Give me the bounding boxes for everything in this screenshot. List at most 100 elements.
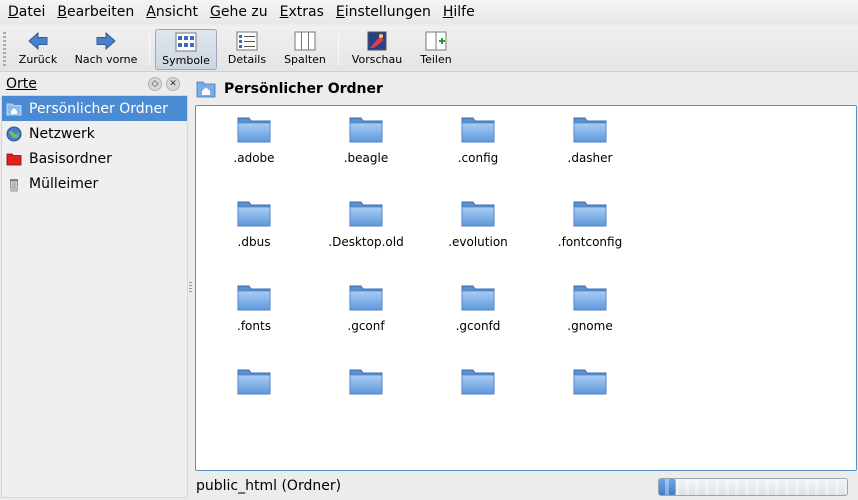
folder-name: .evolution [448,235,508,249]
folder-icon [237,199,271,227]
menu-hilfe[interactable]: Hilfe [437,1,481,23]
place-home[interactable]: Persönlicher Ordner [2,96,187,121]
details-view-icon [236,31,258,51]
folder-item[interactable]: .fonts [199,277,309,347]
preview-label: Vorschau [351,53,403,66]
menu-datei[interactable]: Datei [2,1,51,23]
folder-name: .adobe [233,151,275,165]
folder-icon [349,283,383,311]
folder-icon [573,115,607,143]
toolbar-separator [149,32,150,66]
place-label: Basisordner [29,150,112,167]
folder-item[interactable] [199,361,309,431]
folder-item[interactable]: .dbus [199,193,309,263]
details-view-button[interactable]: Details [224,29,270,70]
home-folder-icon [6,103,22,115]
panel-close-icon[interactable]: ✕ [166,77,180,91]
icons-view-label: Symbole [162,54,210,67]
menu-bar: Datei Bearbeiten Ansicht Gehe zu Extras … [0,0,858,24]
trash-icon [10,178,18,191]
menu-bearbeiten[interactable]: Bearbeiten [51,1,140,23]
folder-icon [237,115,271,143]
status-text: public_html (Ordner) [196,478,342,494]
back-button[interactable]: Zurück [14,29,62,70]
menu-extras[interactable]: Extras [274,1,330,23]
folder-item[interactable]: .gconf [311,277,421,347]
folder-icon [461,367,495,395]
folder-name: .fonts [237,319,271,333]
folder-icon [461,283,495,311]
folder-name: .dbus [237,235,271,249]
progress-texture [659,479,847,495]
folder-item[interactable]: .beagle [311,109,421,179]
details-view-label: Details [227,53,267,66]
preview-icon [367,31,387,51]
back-button-label: Zurück [18,53,58,66]
folder-item[interactable]: .evolution [423,193,533,263]
folder-icon [461,199,495,227]
folder-icon [237,367,271,395]
menu-ansicht[interactable]: Ansicht [140,1,204,23]
folder-name: .gconfd [455,319,501,333]
places-title: Orte [6,76,37,92]
places-panel-header: Orte ◇ ✕ [0,74,188,94]
location-title: Persönlicher Ordner [224,81,383,97]
folder-item[interactable]: .Desktop.old [311,193,421,263]
place-label: Netzwerk [29,125,95,142]
folder-item[interactable] [423,361,533,431]
folder-icon [237,283,271,311]
share-button[interactable]: Teilen [414,29,458,70]
place-trash[interactable]: Mülleimer [2,171,187,196]
network-globe-icon [6,126,22,141]
location-header: Persönlicher Ordner [196,78,383,100]
arrow-right-icon [96,31,116,51]
columns-view-icon [294,31,316,51]
root-folder-icon [6,153,22,165]
share-label: Teilen [420,53,452,66]
folder-icon [573,283,607,311]
forward-button-label: Nach vorne [74,53,138,66]
folder-item[interactable]: .fontconfig [535,193,645,263]
place-label: Mülleimer [29,175,99,192]
folder-name: .fontconfig [557,235,623,249]
columns-view-label: Spalten [284,53,326,66]
panel-float-icon[interactable]: ◇ [148,77,162,91]
places-list: Persönlicher Ordner Netzwerk Basisordner… [1,95,188,498]
menu-gehe-zu[interactable]: Gehe zu [204,1,274,23]
folder-icon [573,199,607,227]
folder-name: .dasher [567,151,613,165]
main-toolbar: Zurück Nach vorne Symbole Details Spalte… [0,26,858,72]
folder-icon [461,115,495,143]
folder-item[interactable]: .config [423,109,533,179]
folder-icon [573,367,607,395]
folder-item[interactable] [311,361,421,431]
folder-icon [349,367,383,395]
folder-name: .beagle [343,151,389,165]
home-folder-icon [196,81,216,98]
folder-name: .Desktop.old [328,235,404,249]
icons-view-button[interactable]: Symbole [155,29,217,70]
progress-bar [658,478,848,496]
split-view-add-icon [425,31,447,51]
toolbar-grip[interactable] [3,32,6,66]
folder-name: .gconf [347,319,385,333]
file-view[interactable]: .adobe .beagle .config .dasher .dbus .Desktop… [195,105,857,471]
place-root[interactable]: Basisordner [2,146,187,171]
folder-item[interactable]: .adobe [199,109,309,179]
folder-icon [349,199,383,227]
panel-splitter-handle[interactable] [189,282,192,294]
folder-name: .gnome [567,319,613,333]
folder-item[interactable]: .dasher [535,109,645,179]
menu-einstellungen[interactable]: Einstellungen [330,1,437,23]
preview-button[interactable]: Vorschau [346,29,408,70]
forward-button[interactable]: Nach vorne [70,29,142,70]
folder-name: .config [457,151,499,165]
place-network[interactable]: Netzwerk [2,121,187,146]
folder-item[interactable]: .gnome [535,277,645,347]
icons-view-icon [175,32,197,52]
folder-item[interactable]: .gconfd [423,277,533,347]
toolbar-separator [338,32,339,66]
folder-icon [349,115,383,143]
folder-item[interactable] [535,361,645,431]
columns-view-button[interactable]: Spalten [280,29,330,70]
